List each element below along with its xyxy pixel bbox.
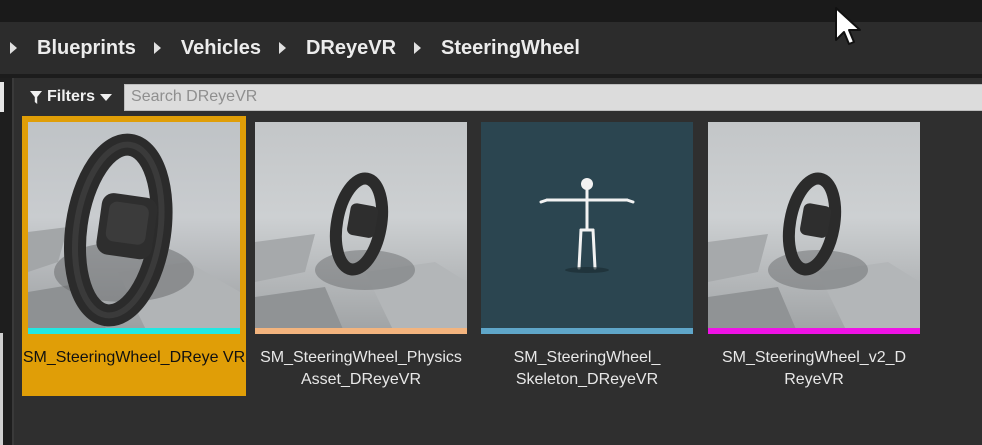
asset-type-color-bar (28, 328, 240, 334)
asset-type-color-bar (708, 328, 920, 334)
skeleton-thumbnail (481, 122, 693, 334)
asset-tile[interactable]: SM_SteeringWheel_Physics Asset_DReyeVR (249, 116, 473, 396)
breadcrumb-label[interactable]: Vehicles (181, 37, 261, 60)
filters-label: Filters (47, 88, 96, 105)
steering-wheel-thumbnail (255, 122, 467, 334)
mouse-cursor-icon (835, 7, 861, 45)
asset-thumbnail (28, 122, 240, 334)
asset-thumbnail (255, 122, 467, 334)
asset-grid: SM_SteeringWheel_DReye VR SM_SteeringWhe… (22, 116, 982, 445)
asset-tile[interactable]: SM_SteeringWheel_v2_D ReyeVR (702, 116, 926, 396)
asset-tile[interactable]: SM_SteeringWheel_DReye VR (22, 116, 246, 396)
content-browser: Blueprints Vehicles DReyeVR SteeringWhee… (0, 0, 982, 445)
filter-toolbar: Filters (18, 82, 982, 112)
search-input[interactable] (124, 83, 982, 111)
asset-name-label: SM_SteeringWheel_ Skeleton_DReyeVR (513, 349, 661, 388)
asset-name-label: SM_SteeringWheel_DReye VR (22, 349, 246, 366)
steering-wheel-thumbnail (28, 122, 240, 334)
asset-type-color-bar (255, 328, 467, 334)
breadcrumb-label[interactable]: Blueprints (37, 37, 136, 60)
panel-resize-handle[interactable] (0, 333, 3, 445)
asset-name-label: SM_SteeringWheel_Physics Asset_DReyeVR (260, 349, 462, 388)
sources-panel-tab[interactable] (0, 82, 4, 112)
breadcrumb-item-blueprints[interactable]: Blueprints (10, 37, 136, 60)
filter-icon (30, 90, 42, 104)
asset-thumbnail (481, 122, 693, 334)
asset-tile[interactable]: SM_SteeringWheel_ Skeleton_DReyeVR (475, 116, 699, 396)
chevron-right-icon[interactable] (10, 42, 17, 54)
filters-button[interactable]: Filters (18, 88, 120, 106)
breadcrumb-item-vehicles[interactable]: Vehicles (153, 37, 261, 60)
asset-name-label: SM_SteeringWheel_v2_D ReyeVR (721, 349, 907, 388)
breadcrumb-label[interactable]: SteeringWheel (441, 37, 580, 60)
caret-down-icon (100, 93, 113, 101)
breadcrumb-item-steeringwheel[interactable]: SteeringWheel (414, 37, 580, 60)
asset-thumbnail (708, 122, 920, 334)
sources-panel-edge[interactable] (0, 78, 14, 445)
divider (0, 74, 982, 78)
chevron-right-icon[interactable] (278, 42, 286, 54)
breadcrumb-item-dreyevr[interactable]: DReyeVR (278, 37, 396, 60)
chevron-right-icon[interactable] (153, 42, 161, 54)
chevron-right-icon[interactable] (414, 42, 422, 54)
breadcrumb-label[interactable]: DReyeVR (306, 37, 396, 60)
steering-wheel-thumbnail (708, 122, 920, 334)
asset-type-color-bar (481, 328, 693, 334)
